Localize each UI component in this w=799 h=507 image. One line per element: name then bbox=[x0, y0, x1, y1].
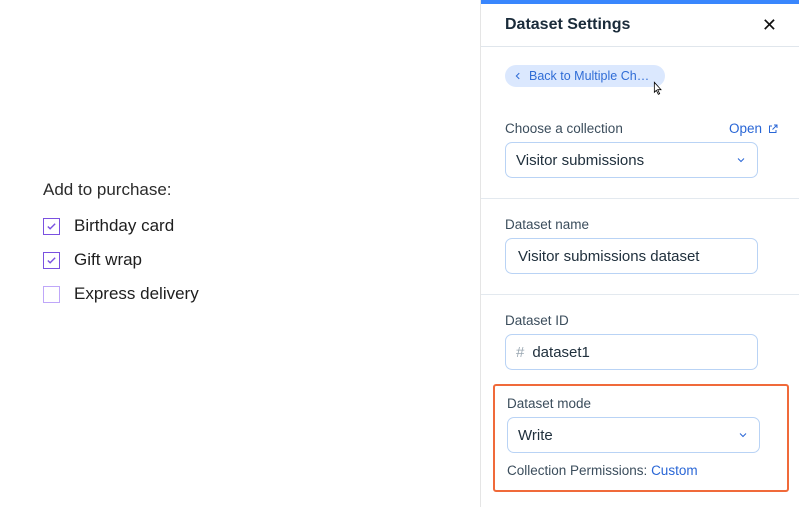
collection-value: Visitor submissions bbox=[516, 152, 644, 169]
option-label: Birthday card bbox=[74, 216, 174, 236]
permissions-link[interactable]: Custom bbox=[651, 463, 698, 478]
dataset-id-input[interactable] bbox=[530, 343, 747, 362]
external-link-icon bbox=[767, 123, 779, 135]
collection-select[interactable]: Visitor submissions bbox=[505, 142, 758, 178]
dataset-id-field[interactable]: # bbox=[505, 334, 758, 370]
section-divider bbox=[481, 294, 799, 295]
dataset-mode-select[interactable]: Write bbox=[507, 417, 760, 453]
hash-prefix: # bbox=[516, 344, 524, 361]
chevron-down-icon bbox=[735, 154, 747, 166]
dataset-id-label: Dataset ID bbox=[505, 313, 569, 328]
dataset-name-field[interactable] bbox=[505, 238, 758, 274]
option-label: Express delivery bbox=[74, 284, 199, 304]
option-label: Gift wrap bbox=[74, 250, 142, 270]
chevron-down-icon bbox=[737, 429, 749, 441]
open-link-text: Open bbox=[729, 121, 762, 136]
back-chip-label: Back to Multiple Choice bbox=[529, 69, 653, 83]
dataset-mode-highlight: Dataset mode Write Collection Permission… bbox=[493, 384, 789, 492]
dataset-mode-label: Dataset mode bbox=[507, 396, 591, 411]
checkbox-icon[interactable] bbox=[43, 252, 60, 269]
panel-title: Dataset Settings bbox=[505, 16, 630, 34]
back-chip[interactable]: Back to Multiple Choice bbox=[505, 65, 665, 87]
purchase-heading: Add to purchase: bbox=[43, 180, 480, 200]
dataset-name-label: Dataset name bbox=[505, 217, 589, 232]
open-collection-link[interactable]: Open bbox=[729, 121, 779, 136]
option-row[interactable]: Gift wrap bbox=[43, 250, 480, 270]
panel-header: Dataset Settings ✕ bbox=[481, 4, 799, 47]
checkbox-icon[interactable] bbox=[43, 218, 60, 235]
permissions-label: Collection Permissions: bbox=[507, 463, 651, 478]
chevron-left-icon bbox=[513, 71, 523, 81]
option-row[interactable]: Express delivery bbox=[43, 284, 480, 304]
dataset-name-input[interactable] bbox=[516, 247, 747, 266]
dataset-mode-value: Write bbox=[518, 427, 553, 444]
canvas-area: Add to purchase: Birthday card Gift wrap… bbox=[0, 0, 480, 507]
checkbox-icon[interactable] bbox=[43, 286, 60, 303]
collection-label: Choose a collection bbox=[505, 121, 623, 136]
option-row[interactable]: Birthday card bbox=[43, 216, 480, 236]
section-divider bbox=[481, 198, 799, 199]
settings-panel: Dataset Settings ✕ Back to Multiple Choi… bbox=[481, 0, 799, 507]
close-icon[interactable]: ✕ bbox=[758, 14, 781, 36]
